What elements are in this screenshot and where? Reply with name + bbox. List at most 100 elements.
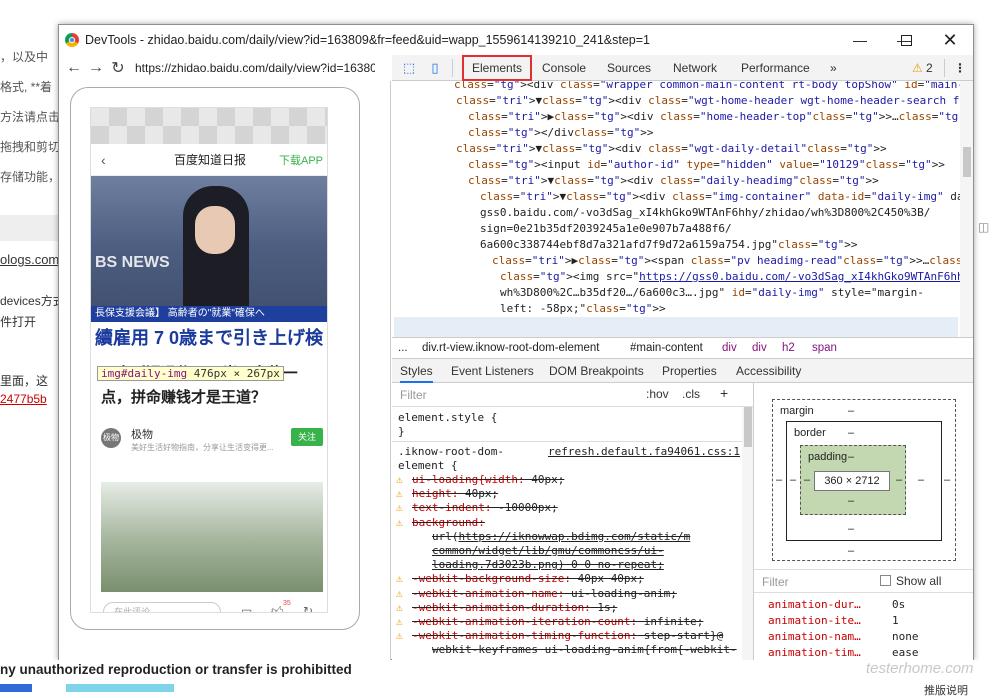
css-declaration[interactable]: text-indent: -10000px; [412,501,558,515]
tab-performance[interactable]: Performance [741,55,810,81]
tab-console[interactable]: Console [542,55,586,81]
breadcrumb-item[interactable]: span [812,338,837,358]
inspect-element-icon[interactable]: ⬚ [400,59,418,77]
hov-toggle[interactable]: :hov [646,387,669,401]
computed-value: none [892,630,919,643]
breadcrumb: ... div.rt-view.iknow-root-dom-element #ma… [392,337,973,359]
css-declaration[interactable]: -webkit-animation-timing-function: step-… [412,629,723,643]
bg-link[interactable]: ologs.com [0,252,59,267]
hero-caption-top: 長保支援会議】 高齢者の"就業"確保へ [91,306,327,322]
computed-value: ease [892,646,919,659]
tab-event-listeners[interactable]: Event Listeners [451,359,534,383]
styles-scrollbar[interactable] [742,407,753,661]
bg-link[interactable]: 2477b5b [0,392,47,406]
new-rule-button[interactable]: + [720,385,728,401]
computed-property[interactable]: animation-tim… [768,645,861,661]
tab-dom-breakpoints[interactable]: DOM Breakpoints [549,359,644,383]
computed-property[interactable]: animation-nam… [768,629,861,645]
hero-face [195,206,235,254]
styles-filter-input[interactable]: Filter [400,388,427,402]
forward-arrow-icon[interactable]: → [85,59,107,77]
css-declaration[interactable]: common/widget/lib/gmu/commoncss/ui- [432,544,664,558]
url-field[interactable]: https://zhidao.baidu.com/daily/view?id=1… [135,58,375,78]
follow-button[interactable]: 关注 [291,428,323,446]
dom-node-line[interactable]: class="tg"><div class="wrapper common-ma… [454,81,960,93]
show-all-checkbox[interactable] [880,575,891,586]
dom-node-line[interactable]: class="tri">▶class="tg"><div class="home… [468,109,960,125]
computed-filter-input[interactable]: Filter [762,575,789,589]
device-toolbar-icon[interactable]: ▯ [426,59,444,77]
css-declaration[interactable]: background: [412,516,485,530]
rule-source-link[interactable]: refresh.default.fa94061.css:1 [548,445,740,459]
author-name[interactable]: 极物 [131,426,153,442]
breadcrumb-item[interactable]: h2 [782,338,795,358]
minimize-button[interactable]: — [837,25,883,55]
comment-input[interactable]: 在此评论... [103,602,221,612]
hero-image[interactable]: BS NEWS 長保支援会議】 高齢者の"就業"確保へ 續雇用 7 0歳まで引き… [91,176,327,354]
margin-right-value: – [944,474,951,486]
warning-icon: ⚠ [396,615,403,628]
back-chevron-icon[interactable]: ‹ [101,152,106,168]
dom-node-line[interactable]: sign=0e21b35df2039245a1e0e907b7a488f6/ [480,221,732,237]
computed-property[interactable]: animation-ite… [768,613,861,629]
css-declaration[interactable]: -webkit-background-size: 40px 40px; [412,572,644,586]
footer-button[interactable] [66,684,174,692]
show-all-label: Show all [896,574,942,588]
css-declaration[interactable]: loading.7d3023b.png) 0 0 no-repeat; [432,558,664,572]
close-button[interactable]: ✕ [927,25,973,55]
breadcrumb-item[interactable]: div.rt-view.iknow-root-dom-element [422,338,599,358]
comment-icon[interactable]: ▭ [241,604,252,612]
css-declaration[interactable]: ui-loading{width: 40px; [412,473,564,487]
margin-label: margin [780,405,814,417]
reload-icon[interactable]: ↻ [107,58,129,78]
warning-icon[interactable]: ⚠ [912,55,923,81]
like-icon[interactable]: 👍︎ [271,604,284,612]
margin-left-value: – [776,474,783,486]
breadcrumb-item[interactable]: #main-content [630,338,703,358]
more-tabs-button[interactable]: » [830,55,837,81]
author-avatar[interactable]: 极物 [101,428,121,448]
tab-sources[interactable]: Sources [607,55,651,81]
tab-elements[interactable]: Elements [462,55,533,81]
bg-text: 拖拽和剪切 [0,140,61,154]
footer-button[interactable] [0,684,32,692]
dom-node-line[interactable]: class="tg"><input id="author-id" type="h… [468,157,945,173]
dom-node-line[interactable]: wh%3D800%2C…b35df20…/6a600c3….jpg" id="d… [500,285,924,301]
bg-text: 里面，这 [0,374,49,388]
dom-node-line[interactable]: gss0.baidu.com/-vo3dSag_xI4khGko9WTAnF6h… [480,205,930,221]
comment-bar: 在此评论... ▭ 👍︎ 35 ↻ [103,600,325,612]
tab-network[interactable]: Network [673,55,717,81]
dom-node-line[interactable]: left: -58px;"class="tg">> [500,301,666,317]
footer-link[interactable]: 推版说明 [924,682,968,698]
maximize-button[interactable] [883,25,929,55]
download-app-link[interactable]: 下载APP [279,152,323,168]
breadcrumb-item[interactable]: div [752,338,767,358]
css-declaration[interactable]: -webkit-animation-iteration-count: infin… [412,615,703,629]
dom-node-line[interactable]: class="tri">▶class="tg"><span class="pv … [492,253,960,269]
dom-node-line[interactable]: class="tg"><img src="https://gss0.baidu.… [500,269,960,285]
tab-styles[interactable]: Styles [400,359,433,383]
dom-scrollbar[interactable] [960,81,973,337]
breadcrumb-item[interactable]: ... [398,338,408,358]
tab-accessibility[interactable]: Accessibility [736,359,801,383]
dom-node-line[interactable]: class="tg"></divclass="tg">> [468,125,654,141]
back-arrow-icon[interactable]: ← [63,59,85,77]
bg-mark: ◫ [978,220,990,234]
share-icon[interactable]: ↻ [303,604,313,612]
dom-node-line[interactable]: 6a600c338744ebf8d7a321afd7f9d72a6159a754… [480,237,858,253]
css-declaration[interactable]: webkit-keyframes ui-loading-anim{from{-w… [432,643,737,657]
css-declaration[interactable]: -webkit-animation-duration: 1s; [412,601,617,615]
devtools-menu-icon[interactable]: ⋮ [954,55,966,81]
dom-node-line[interactable]: class="tri">▼class="tg"><div class="dail… [468,173,879,189]
dom-node-line[interactable]: class="tri">▼class="tg"><div class="img-… [480,189,960,205]
tooltip-selector: img#daily-img [101,367,188,380]
dom-node-line[interactable]: class="tri">▼class="tg"><div class="wgt-… [456,141,887,157]
css-declaration[interactable]: url(https://iknowwap.bdimg.com/static/m [432,530,690,544]
css-declaration[interactable]: -webkit-animation-name: ui-loading-anim; [412,587,677,601]
css-declaration[interactable]: height: 40px; [412,487,498,501]
breadcrumb-item[interactable]: div [722,338,737,358]
computed-property[interactable]: animation-dur… [768,597,861,613]
cls-toggle[interactable]: .cls [682,387,700,401]
dom-node-line[interactable]: class="tri">▼class="tg"><div class="wgt-… [456,93,960,109]
tab-properties[interactable]: Properties [662,359,717,383]
